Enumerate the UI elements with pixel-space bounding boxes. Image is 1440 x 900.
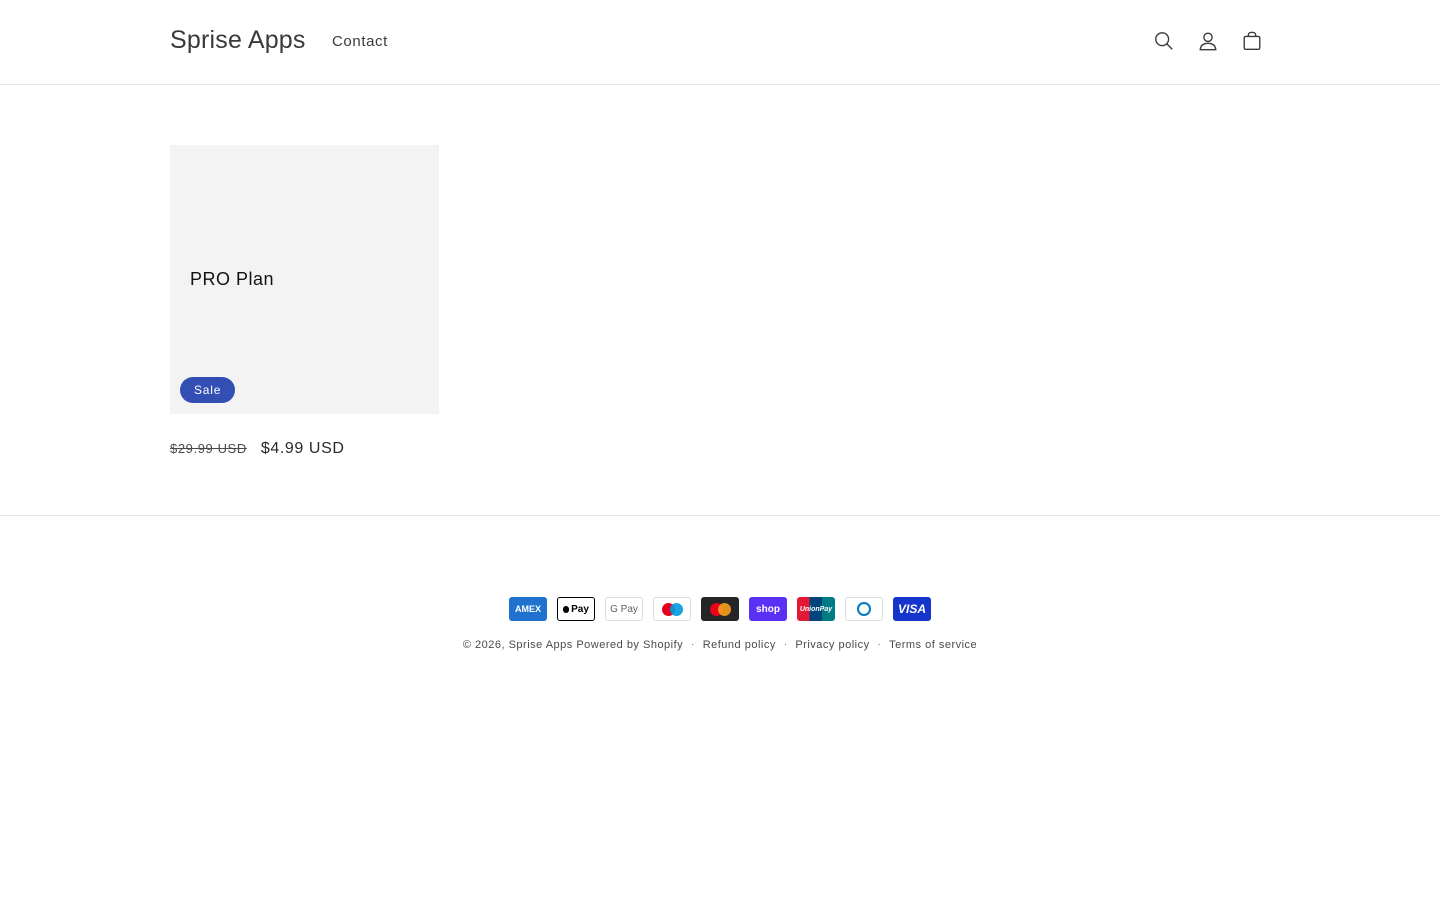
separator: · [691,639,695,649]
shop-pay-icon: shop [749,597,787,621]
site-header: Sprise Apps Contact [0,0,1440,85]
account-button[interactable] [1193,26,1223,56]
google-pay-icon: G Pay [605,597,643,621]
cart-button[interactable] [1237,26,1267,56]
footer-brand-link[interactable]: Sprise Apps [509,639,573,651]
apple-pay-label: Pay [571,603,589,615]
refund-policy-link[interactable]: Refund policy [703,639,776,651]
nav-contact-link[interactable]: Contact [332,33,388,50]
separator: · [783,639,788,649]
search-button[interactable] [1149,26,1179,56]
privacy-policy-link[interactable]: Privacy policy [795,639,869,651]
copyright-text: © 2026, [462,639,506,651]
amex-icon: AMEX [509,597,547,621]
regular-price: $29.99 USD [170,441,247,456]
apple-logo-icon [563,605,570,613]
account-icon [1199,32,1217,51]
mastercard-icon [701,597,739,621]
cart-icon [1243,31,1261,50]
maestro-icon [653,597,691,621]
apple-pay-icon: Pay [557,597,595,621]
sale-badge: Sale [180,377,236,403]
diners-club-icon [845,597,883,621]
separator: · [877,639,882,649]
product-title[interactable]: PRO Plan [190,269,274,290]
product-card[interactable]: PRO Plan Sale [170,145,439,414]
site-footer: AMEX Pay G Pay shop UnionPay VISA © 2026… [0,515,1440,900]
visa-icon: VISA [893,597,931,621]
powered-by-shopify-link[interactable]: Powered by Shopify [576,639,683,651]
search-icon [1155,32,1173,50]
brand-logo-link[interactable]: Sprise Apps [170,26,306,55]
product-price: $29.99 USD $4.99 USD [170,440,345,458]
union-pay-icon: UnionPay [797,597,835,621]
payment-icons: AMEX Pay G Pay shop UnionPay VISA [509,597,931,621]
terms-of-service-link[interactable]: Terms of service [889,639,977,651]
sale-price: $4.99 USD [260,440,345,457]
copyright-row: © 2026, Sprise Apps Powered by Shopify ·… [0,639,1440,651]
